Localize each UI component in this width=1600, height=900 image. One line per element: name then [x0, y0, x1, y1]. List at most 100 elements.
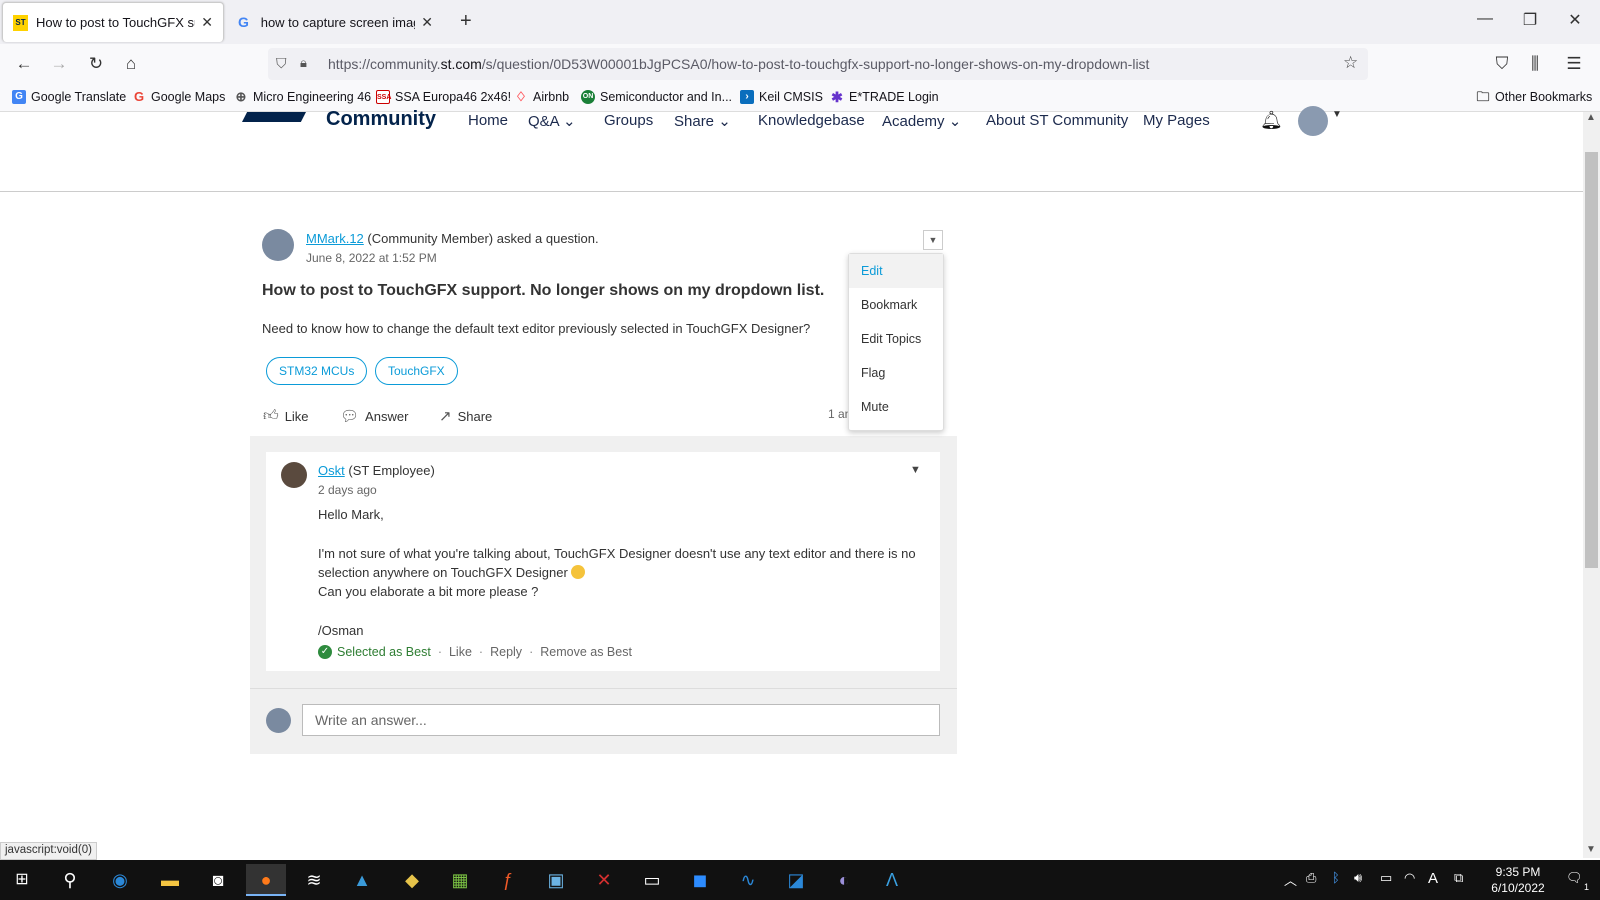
on-icon: ON: [581, 90, 595, 104]
back-icon[interactable]: ←: [12, 52, 36, 76]
lock-icon[interactable]: 🔒︎: [300, 55, 307, 71]
bookmark-micro-engineering[interactable]: ⊕ Micro Engineering 46: [234, 90, 372, 105]
scrollbar-thumb[interactable]: [1585, 152, 1598, 568]
arduino-app-icon[interactable]: Λ: [872, 864, 912, 896]
st-logo[interactable]: [242, 112, 306, 122]
bookmark-semiconductor[interactable]: ON Semiconductor and In...: [581, 90, 732, 104]
answer-author-link[interactable]: Oskt: [318, 463, 345, 478]
scroll-down-icon[interactable]: ▼: [1586, 844, 1596, 855]
tool-app-icon[interactable]: ◆: [392, 864, 432, 896]
user-avatar-icon[interactable]: [1298, 106, 1328, 136]
home-icon[interactable]: ⌂: [119, 52, 143, 76]
close-window-icon[interactable]: ✕: [1565, 10, 1585, 30]
image-app-icon[interactable]: ▣: [536, 864, 576, 896]
nav-groups[interactable]: Groups: [604, 112, 653, 129]
nav-academy[interactable]: Academy ⌄: [882, 112, 961, 130]
terminal-icon[interactable]: ▭: [632, 864, 672, 896]
reload-icon[interactable]: ↻: [84, 52, 108, 76]
file-explorer-icon[interactable]: ▬: [150, 864, 190, 896]
bluetooth-icon[interactable]: ᛒ: [1332, 870, 1340, 885]
tag-touchgfx[interactable]: TouchGFX: [375, 357, 458, 385]
chart-app-icon[interactable]: ✕: [584, 864, 624, 896]
outlook-icon[interactable]: ◉: [100, 864, 140, 896]
star-bookmark-icon[interactable]: ☆: [1343, 53, 1358, 73]
url-bar[interactable]: ⛉ 🔒︎ https://community.st.com/s/question…: [268, 48, 1368, 80]
answer-button[interactable]: 💬︎ Answer: [340, 407, 408, 425]
volume-icon[interactable]: 🔊︎: [1354, 870, 1362, 886]
wave-app-icon[interactable]: ∿: [728, 864, 768, 896]
answer-options-dropdown[interactable]: ▼: [910, 464, 921, 476]
spreadsheet-icon[interactable]: ▦: [440, 864, 480, 896]
bookmark-google-translate[interactable]: G Google Translate: [12, 90, 126, 104]
battery-icon[interactable]: ▭: [1380, 870, 1392, 886]
restore-icon[interactable]: ❐: [1520, 10, 1540, 30]
smile-emoji-icon: [571, 565, 586, 579]
remove-as-best-link[interactable]: Remove as Best: [540, 645, 632, 659]
tab-capture[interactable]: G how to capture screen image on ✕: [228, 2, 443, 42]
tray-chevron-icon[interactable]: ︿: [1284, 870, 1297, 889]
minimize-icon[interactable]: —: [1475, 10, 1495, 28]
library-icon[interactable]: ⫼: [1523, 52, 1547, 76]
clock-date: 6/10/2022: [1491, 881, 1545, 895]
answer-author-avatar[interactable]: [281, 462, 307, 488]
answer-reply-link[interactable]: Reply: [490, 645, 522, 659]
close-tab-icon[interactable]: ✕: [421, 14, 433, 31]
tab-touchgfx[interactable]: ST How to post to TouchGFX support ✕: [2, 2, 224, 42]
wifi-icon[interactable]: ◠: [1404, 870, 1415, 886]
bell-icon[interactable]: 🔔︎: [1260, 110, 1283, 131]
pdf-icon[interactable]: ƒ: [488, 864, 528, 896]
page-scrollbar[interactable]: ▲ ▼: [1583, 112, 1600, 858]
menu-item-flag[interactable]: Flag: [849, 356, 943, 390]
nav-qa[interactable]: Q&A ⌄: [528, 112, 576, 130]
nav-knowledgebase[interactable]: Knowledgebase: [758, 112, 865, 129]
question-author-link[interactable]: MMark.12: [306, 231, 364, 246]
settings-sliders-icon[interactable]: ≋: [294, 864, 334, 896]
bookmark-airbnb[interactable]: ♢ Airbnb: [514, 90, 569, 105]
bookmark-google-maps[interactable]: G Google Maps: [132, 90, 225, 105]
question-date[interactable]: June 8, 2022 at 1:52 PM: [306, 251, 437, 265]
shield-icon[interactable]: ⛉: [276, 55, 287, 72]
answer-like-link[interactable]: Like: [449, 645, 472, 659]
tag-stm32[interactable]: STM32 MCUs: [266, 357, 368, 385]
firefox-icon[interactable]: ●: [246, 864, 286, 896]
bookmark-keil[interactable]: › Keil CMSIS: [740, 90, 823, 104]
other-bookmarks[interactable]: 🗀︎ Other Bookmarks: [1476, 90, 1592, 105]
close-tab-icon[interactable]: ✕: [201, 14, 213, 31]
menu-item-mute[interactable]: Mute: [849, 390, 943, 424]
search-icon[interactable]: ⚲: [50, 864, 90, 896]
logo-text[interactable]: Community: [326, 108, 436, 131]
bookmark-ssa[interactable]: SSA SSA Europa46 2x46!: [376, 90, 511, 104]
nav-my-pages[interactable]: My Pages: [1143, 112, 1210, 129]
nav-home[interactable]: Home: [468, 112, 508, 129]
nav-about[interactable]: About ST Community: [986, 112, 1128, 129]
input-language-icon[interactable]: A: [1428, 870, 1438, 887]
write-answer-input[interactable]: [302, 704, 940, 736]
printer-icon[interactable]: ⎙: [1306, 870, 1316, 886]
installer-app-icon[interactable]: ◪: [776, 864, 816, 896]
clipboard-icon[interactable]: ⧉: [1454, 870, 1463, 886]
share-button[interactable]: ↗ Share: [439, 407, 492, 425]
bookmark-etrade[interactable]: ✱ E*TRADE Login: [830, 90, 939, 104]
forward-icon[interactable]: →: [47, 52, 71, 76]
eclipse-icon[interactable]: ◐: [824, 864, 864, 896]
new-tab-button[interactable]: +: [460, 10, 472, 33]
menu-icon[interactable]: ☰: [1562, 52, 1586, 76]
windows-start-icon[interactable]: ⊞: [2, 864, 42, 896]
zoom-icon[interactable]: ◼: [680, 864, 720, 896]
camera-app-icon[interactable]: ◙: [198, 864, 238, 896]
question-options-dropdown[interactable]: ▼: [923, 230, 943, 250]
menu-item-bookmark[interactable]: Bookmark: [849, 288, 943, 322]
notification-icon[interactable]: 🗨︎: [1566, 870, 1583, 886]
answer-date[interactable]: 2 days ago: [318, 483, 377, 497]
nav-share[interactable]: Share ⌄: [674, 112, 731, 130]
scroll-up-icon[interactable]: ▲: [1586, 112, 1596, 123]
like-button[interactable]: 👍︎ Like: [263, 407, 309, 425]
question-author-avatar[interactable]: [262, 229, 294, 261]
url-text[interactable]: https://community.st.com/s/question/0D53…: [328, 56, 1149, 72]
caret-down-icon[interactable]: ▼: [1332, 109, 1342, 120]
stm32cube-icon[interactable]: ▲: [342, 864, 382, 896]
menu-item-edit-topics[interactable]: Edit Topics: [849, 322, 943, 356]
clock[interactable]: 9:35 PM 6/10/2022: [1470, 864, 1566, 896]
menu-item-edit[interactable]: Edit: [849, 254, 943, 288]
pocket-icon[interactable]: ⛉: [1490, 52, 1514, 76]
